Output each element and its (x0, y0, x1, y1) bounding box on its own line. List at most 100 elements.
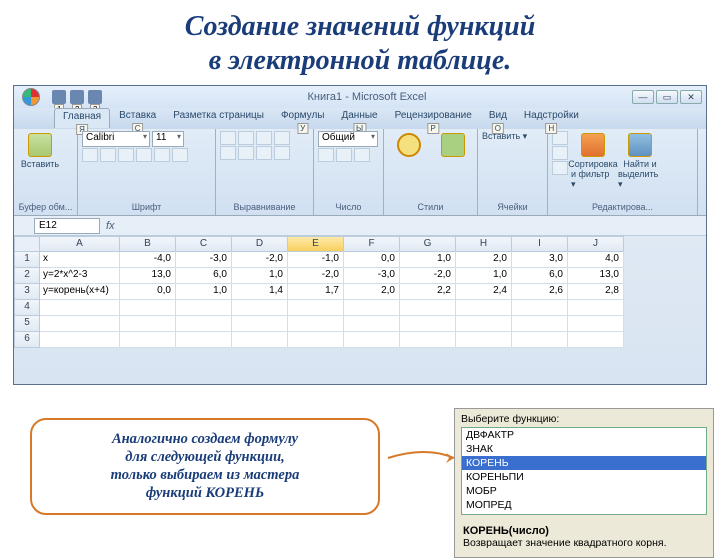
function-list-item[interactable]: МОБР (462, 484, 706, 498)
cell[interactable]: -3,0 (176, 252, 232, 268)
cell[interactable]: -4,0 (120, 252, 176, 268)
merge-button[interactable] (274, 146, 290, 160)
underline-button[interactable] (118, 148, 134, 162)
cell[interactable] (456, 316, 512, 332)
cell[interactable] (400, 316, 456, 332)
cells-insert-button[interactable]: Вставить ▾ (482, 131, 527, 142)
sort-filter-button[interactable]: Сортировкаи фильтр ▾ (571, 131, 615, 190)
function-list-item[interactable]: ЗНАК (462, 442, 706, 456)
cell[interactable] (288, 316, 344, 332)
fill-color-button[interactable] (154, 148, 170, 162)
cell[interactable]: 1,0 (456, 268, 512, 284)
cell[interactable] (512, 332, 568, 348)
cell[interactable]: 0,0 (120, 284, 176, 300)
cell[interactable]: 3,0 (512, 252, 568, 268)
cell[interactable]: 2,8 (568, 284, 624, 300)
cell[interactable]: -2,0 (288, 268, 344, 284)
qat-redo-icon[interactable]: 3 (88, 90, 102, 104)
row-header[interactable]: 3 (14, 284, 40, 300)
cell[interactable]: x (40, 252, 120, 268)
wrap-button[interactable] (274, 131, 290, 145)
cell[interactable] (400, 300, 456, 316)
cell[interactable] (40, 332, 120, 348)
cell[interactable] (40, 316, 120, 332)
column-header[interactable]: A (40, 236, 120, 252)
column-header[interactable]: G (400, 236, 456, 252)
qat-save-icon[interactable]: 1 (52, 90, 66, 104)
cell[interactable] (176, 316, 232, 332)
tab-Данные[interactable]: ДанныеЫ (333, 108, 385, 128)
paste-button[interactable]: Вставить (18, 131, 62, 169)
align-right-button[interactable] (256, 146, 272, 160)
cell[interactable]: 2,4 (456, 284, 512, 300)
function-list-item[interactable]: ДВФАКТР (462, 428, 706, 442)
clear-button[interactable] (552, 161, 568, 175)
cell[interactable]: 4,0 (568, 252, 624, 268)
cell[interactable] (120, 316, 176, 332)
function-list-item[interactable]: МУЛЬТИНОМ (462, 512, 706, 515)
tab-Разметка страницы[interactable]: Разметка страницы (165, 108, 272, 128)
cell[interactable] (232, 300, 288, 316)
select-all-corner[interactable] (14, 236, 40, 252)
cell[interactable]: 1,0 (176, 284, 232, 300)
cell[interactable] (232, 332, 288, 348)
cell[interactable] (568, 332, 624, 348)
align-mid-button[interactable] (238, 131, 254, 145)
close-button[interactable]: ✕ (680, 90, 702, 104)
tab-Вставка[interactable]: ВставкаС (111, 108, 164, 128)
cell[interactable] (512, 300, 568, 316)
cell[interactable] (176, 300, 232, 316)
row-header[interactable]: 4 (14, 300, 40, 316)
function-list-item[interactable]: МОПРЕД (462, 498, 706, 512)
number-format-combo[interactable]: Общий (318, 131, 378, 147)
currency-button[interactable] (318, 148, 334, 162)
cell[interactable] (288, 300, 344, 316)
percent-button[interactable] (336, 148, 352, 162)
row-header[interactable]: 5 (14, 316, 40, 332)
cell[interactable] (176, 332, 232, 348)
cond-format-button[interactable] (388, 131, 429, 159)
cell[interactable] (512, 316, 568, 332)
cell[interactable]: 0,0 (344, 252, 400, 268)
cell[interactable]: 6,0 (176, 268, 232, 284)
align-top-button[interactable] (220, 131, 236, 145)
border-button[interactable] (136, 148, 152, 162)
spreadsheet-grid[interactable]: ABCDEFGHIJ 1x-4,0-3,0-2,0-1,00,01,02,03,… (14, 236, 706, 348)
cell[interactable]: 2,2 (400, 284, 456, 300)
cell[interactable]: 1,0 (400, 252, 456, 268)
cell[interactable] (344, 332, 400, 348)
bold-button[interactable] (82, 148, 98, 162)
function-list-item[interactable]: КОРЕНЬПИ (462, 470, 706, 484)
office-button[interactable] (14, 86, 48, 108)
column-header[interactable]: C (176, 236, 232, 252)
function-list-item[interactable]: КОРЕНЬ (462, 456, 706, 470)
align-bot-button[interactable] (256, 131, 272, 145)
cell[interactable] (120, 300, 176, 316)
cell[interactable] (456, 332, 512, 348)
align-left-button[interactable] (220, 146, 236, 160)
cell[interactable] (344, 300, 400, 316)
format-table-button[interactable] (432, 131, 473, 159)
tab-Главная[interactable]: ГлавнаяЯ (54, 108, 110, 128)
tab-Формулы[interactable]: ФормулыУ (273, 108, 333, 128)
cell[interactable]: 1,4 (232, 284, 288, 300)
cell[interactable]: y=корень(x+4) (40, 284, 120, 300)
cell[interactable]: -3,0 (344, 268, 400, 284)
cell[interactable]: -1,0 (288, 252, 344, 268)
row-header[interactable]: 1 (14, 252, 40, 268)
column-header[interactable]: B (120, 236, 176, 252)
cell[interactable]: -2,0 (400, 268, 456, 284)
cell[interactable]: 13,0 (568, 268, 624, 284)
find-select-button[interactable]: Найти ивыделить ▾ (618, 131, 662, 190)
tab-Рецензирование[interactable]: РецензированиеР (387, 108, 480, 128)
font-size-combo[interactable]: 11 (152, 131, 184, 147)
cell[interactable]: 2,0 (456, 252, 512, 268)
tab-Вид[interactable]: ВидО (481, 108, 515, 128)
font-name-combo[interactable]: Calibri (82, 131, 150, 147)
font-color-button[interactable] (172, 148, 188, 162)
cell[interactable]: 2,0 (344, 284, 400, 300)
qat-undo-icon[interactable]: 2 (70, 90, 84, 104)
minimize-button[interactable]: — (632, 90, 654, 104)
cell[interactable] (568, 316, 624, 332)
cell[interactable] (120, 332, 176, 348)
